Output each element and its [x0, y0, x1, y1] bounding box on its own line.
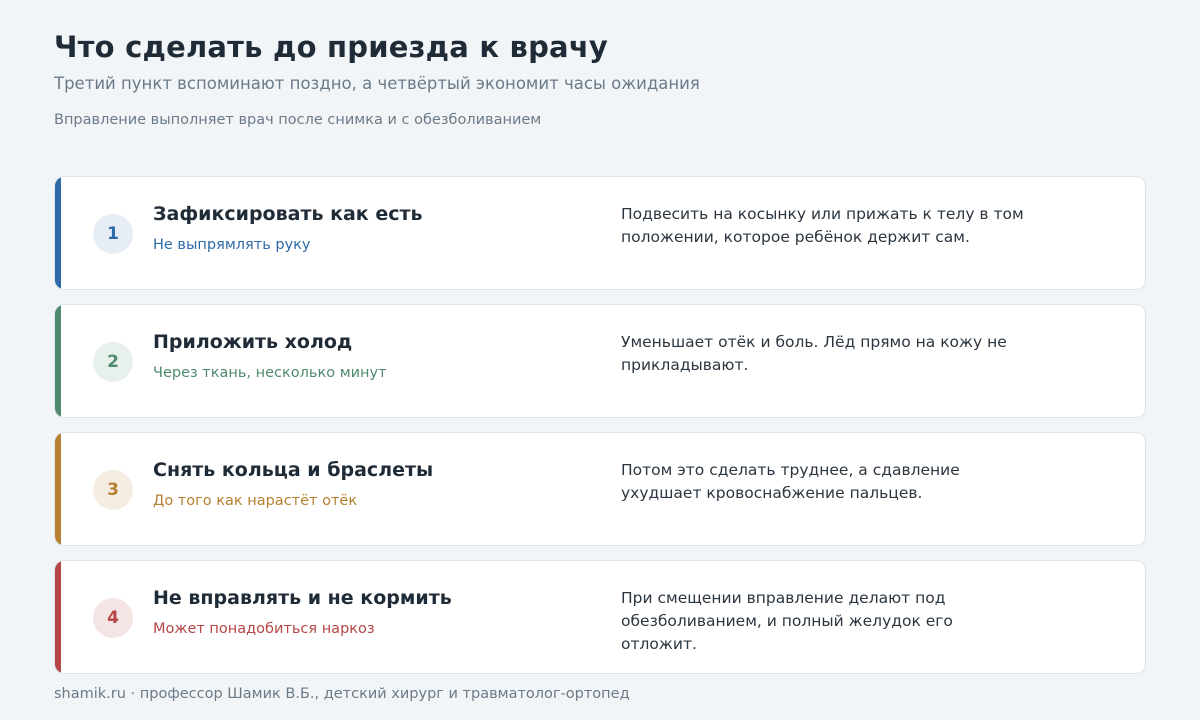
steps-list: 1 Зафиксировать как есть Не выпрямлять р…: [54, 176, 1146, 688]
accent-bar: [55, 305, 61, 417]
step-number-badge: 3: [93, 470, 133, 510]
footer-credit: shamik.ru · профессор Шамик В.Б., детски…: [54, 686, 630, 702]
step-title: Снять кольца и браслеты: [153, 459, 434, 481]
step-title: Не вправлять и не кормить: [153, 587, 452, 609]
step-card-4: 4 Не вправлять и не кормить Может понадо…: [54, 560, 1146, 674]
step-card-1: 1 Зафиксировать как есть Не выпрямлять р…: [54, 176, 1146, 290]
step-title: Приложить холод: [153, 331, 353, 353]
step-number-badge: 4: [93, 598, 133, 638]
step-subtitle: Может понадобиться наркоз: [153, 621, 375, 637]
page-note: Вправление выполняет врач после снимка и…: [54, 112, 542, 128]
step-description: При смещении вправление делают под обезб…: [621, 589, 953, 653]
step-description: Потом это сделать труднее, а сдавление у…: [621, 461, 960, 502]
step-description: Уменьшает отёк и боль. Лёд прямо на кожу…: [621, 333, 1007, 374]
step-number-badge: 2: [93, 342, 133, 382]
step-card-2: 2 Приложить холод Через ткань, несколько…: [54, 304, 1146, 418]
step-card-3: 3 Снять кольца и браслеты До того как на…: [54, 432, 1146, 546]
step-title: Зафиксировать как есть: [153, 203, 423, 225]
accent-bar: [55, 177, 61, 289]
page-subtitle: Третий пункт вспоминают поздно, а четвёр…: [54, 74, 700, 93]
step-subtitle: Не выпрямлять руку: [153, 237, 311, 253]
step-number-badge: 1: [93, 214, 133, 254]
accent-bar: [55, 561, 61, 673]
step-description: Подвесить на косынку или прижать к телу …: [621, 205, 1024, 246]
page-title: Что сделать до приезда к врачу: [54, 30, 609, 64]
accent-bar: [55, 433, 61, 545]
step-subtitle: До того как нарастёт отёк: [153, 493, 358, 509]
step-subtitle: Через ткань, несколько минут: [153, 365, 387, 381]
